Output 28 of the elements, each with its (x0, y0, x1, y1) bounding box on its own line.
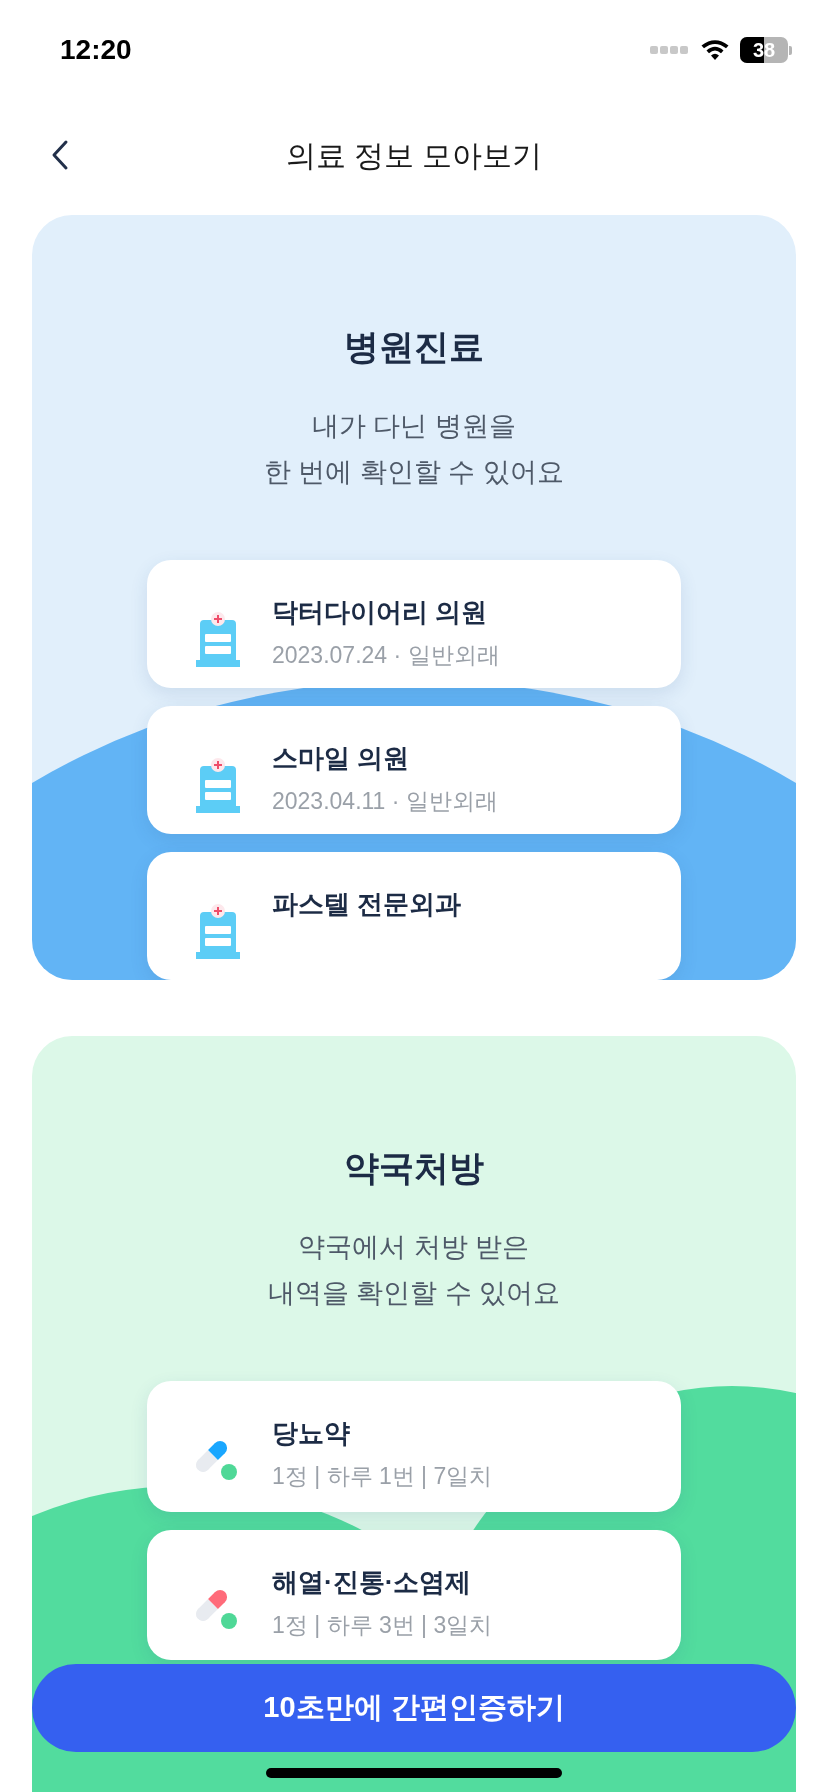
section-title: 약국처방 (344, 1148, 484, 1188)
record-name: 해열·진통·소염제 (272, 1565, 473, 1599)
back-icon (50, 139, 70, 171)
battery-level: 38 (752, 40, 776, 60)
record-detail: 2023.07.24 · 일반외래 (272, 641, 500, 670)
record-card[interactable]: 닥터다이어리 의원 2023.07.24 · 일반외래 (147, 560, 681, 688)
status-time: 12:20 (60, 33, 132, 67)
signal-icon (650, 45, 690, 55)
record-detail: 1정 | 하루 1번 | 7일치 (272, 1462, 493, 1491)
record-card[interactable]: 파스텔 전문외과 (147, 852, 681, 980)
section-title: 병원진료 (344, 327, 484, 367)
record-card[interactable]: 스마일 의원 2023.04.11 · 일반외래 (147, 706, 681, 834)
wifi-icon (700, 39, 730, 61)
record-name: 당뇨약 (272, 1417, 351, 1450)
record-card[interactable]: 당뇨약 1정 | 하루 1번 | 7일치 (147, 1381, 681, 1512)
record-detail: 2023.04.11 · 일반외래 (272, 787, 498, 816)
record-name: 닥터다이어리 의원 (272, 596, 489, 629)
record-detail: 1정 | 하루 3번 | 3일치 (272, 1610, 493, 1640)
page-title: 의료 정보 모아보기 (285, 137, 543, 174)
record-name: 파스텔 전문외과 (272, 888, 462, 921)
hospital-icon (195, 612, 241, 668)
hospital-icon (195, 904, 241, 960)
section-description: 내가 다닌 병원을 한 번에 확인할 수 있어요 (264, 410, 564, 489)
record-card[interactable]: 해열·진통·소염제 1정 | 하루 3번 | 3일치 (147, 1529, 681, 1660)
hospital-icon (195, 758, 241, 814)
section-description: 약국에서 처방 받은 내역을 확인할 수 있어요 (267, 1231, 561, 1310)
auth-button[interactable]: 10초만에 간편인증하기 (32, 1664, 796, 1752)
record-name: 스마일 의원 (272, 742, 411, 775)
